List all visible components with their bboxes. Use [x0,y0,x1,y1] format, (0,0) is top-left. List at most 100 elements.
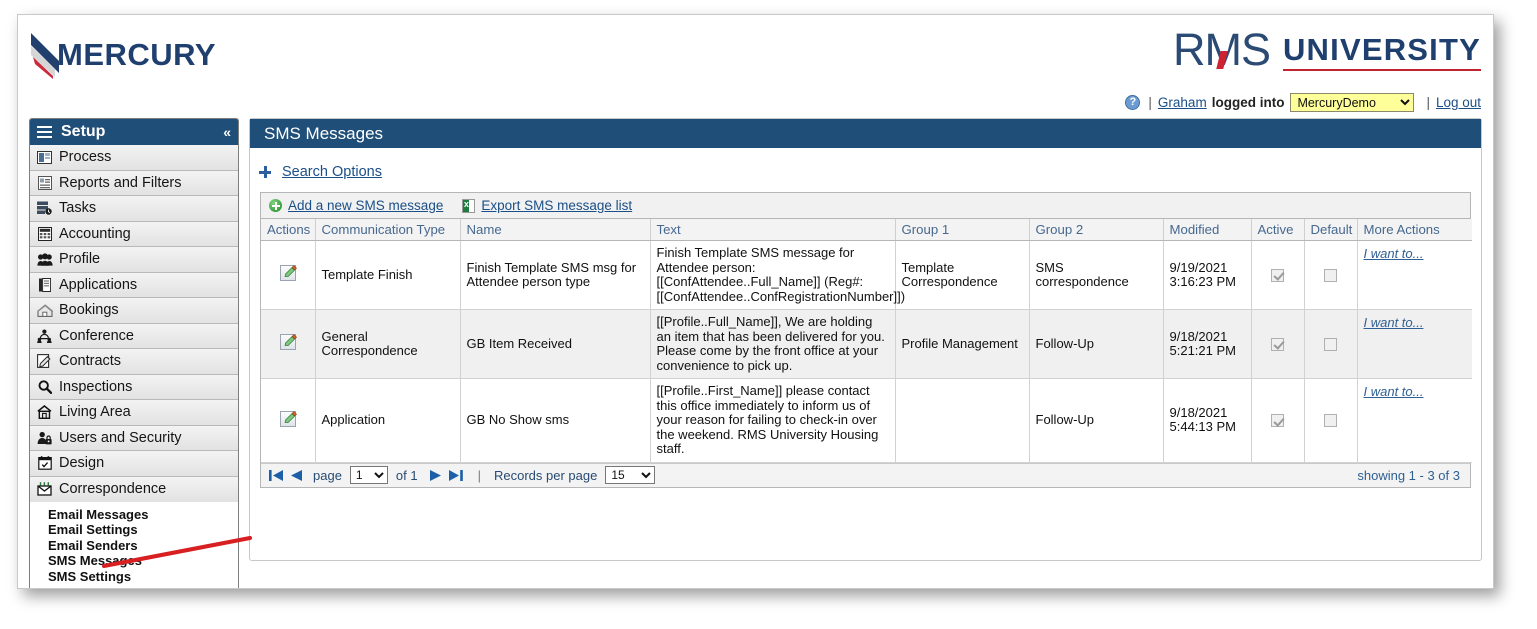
sidebar-item-contracts[interactable]: Contracts [30,349,238,375]
row-actions-cell [261,378,316,463]
cell-more-actions: I want to... [1357,378,1472,463]
cell-communication-type: General Correspondence [315,309,461,379]
table-row[interactable]: Application GB No Show sms [[Profile..Fi… [261,378,1472,463]
sidebar-item-label: Bookings [59,302,119,319]
add-new-sms-message-label[interactable]: Add a new SMS message [288,198,443,213]
column-header-modified[interactable]: Modified [1163,219,1252,241]
edit-icon[interactable] [279,410,297,427]
submenu-item-email-senders[interactable]: Email Senders [48,538,238,553]
sidebar-item-label: Living Area [59,404,131,421]
records-per-page-select[interactable]: 15 [605,466,656,484]
table-row[interactable]: Template Finish Finish Template SMS msg … [261,240,1472,310]
cell-name: GB No Show sms [460,378,651,463]
rms-university-logo: RMS UNIVERSITY [1173,27,1481,73]
column-header-more-actions[interactable]: More Actions [1357,219,1472,241]
cell-modified: 9/18/2021 5:44:13 PM [1163,378,1252,463]
edit-icon[interactable] [279,334,297,351]
sidebar-item-label: Reports and Filters [59,174,182,191]
sidebar-header-setup[interactable]: Setup « [30,119,238,145]
cell-group-2: Follow-Up [1029,378,1164,463]
main-content-panel: SMS Messages Search Options Add a new SM… [249,118,1482,561]
sidebar-item-living-area[interactable]: Living Area [30,400,238,426]
column-header-actions[interactable]: Actions [261,219,316,241]
i-want-to-link[interactable]: I want to... [1364,315,1424,331]
tasks-icon [36,201,53,216]
sidebar-item-label: Users and Security [59,429,182,446]
page-select[interactable]: 1 [349,466,388,484]
column-header-name[interactable]: Name [460,219,651,241]
column-header-communication-type[interactable]: Communication Type [315,219,461,241]
collapse-chevron-icon[interactable]: « [223,124,231,140]
column-header-group-1[interactable]: Group 1 [895,219,1030,241]
column-header-active[interactable]: Active [1251,219,1305,241]
submenu-item-sms-settings[interactable]: SMS Settings [48,569,238,584]
sidebar-item-inspections[interactable]: Inspections [30,374,238,400]
submenu-item-email-messages[interactable]: Email Messages [48,507,238,522]
submenu-item-email-settings[interactable]: Email Settings [48,522,238,537]
cell-group-2: Follow-Up [1029,309,1164,379]
page-title: SMS Messages [250,119,1481,148]
sidebar-item-bookings[interactable]: Bookings [30,298,238,324]
correspondence-icon [36,482,53,497]
table-row[interactable]: General Correspondence GB Item Received … [261,309,1472,379]
search-options-link[interactable]: Search Options [282,164,382,180]
next-page-icon[interactable] [429,469,442,482]
column-header-default[interactable]: Default [1304,219,1358,241]
export-sms-message-list-button[interactable]: Export SMS message list [462,198,632,213]
sidebar-item-tasks[interactable]: Tasks [30,196,238,222]
user-session-bar: ? | Graham logged into MercuryDemo | Log… [1125,93,1481,112]
add-new-sms-message-button[interactable]: Add a new SMS message [269,198,443,213]
row-actions-cell [261,240,316,310]
help-icon[interactable]: ? [1125,95,1141,110]
page-banner: MERCURY RMS UNIVERSITY ? | Graham logged… [18,15,1493,112]
sidebar-item-process[interactable]: Process [30,145,238,171]
excel-export-icon [462,198,476,213]
sidebar-item-accounting[interactable]: Accounting [30,221,238,247]
sidebar-item-applications[interactable]: Applications [30,272,238,298]
university-underline [1282,69,1481,71]
sidebar-header-label: Setup [61,123,106,140]
sidebar-item-label: Correspondence [59,481,167,498]
sidebar-item-label: Design [59,455,105,472]
mercury-chevron-icon [29,31,73,79]
cell-default [1304,240,1358,310]
active-checkbox [1271,268,1284,282]
previous-page-icon[interactable] [290,469,303,482]
user-name-link[interactable]: Graham [1158,95,1207,110]
submenu-item-sms-messages[interactable]: SMS Messages [48,553,238,568]
column-header-group-2[interactable]: Group 2 [1029,219,1164,241]
active-checkbox [1271,337,1284,351]
cell-group-2: SMS correspondence [1029,240,1164,310]
database-select[interactable]: MercuryDemo [1290,93,1415,112]
column-header-text[interactable]: Text [650,219,896,241]
sidebar-item-correspondence[interactable]: Correspondence [30,476,238,502]
last-page-icon[interactable] [448,469,463,482]
sidebar-item-label: Applications [59,276,138,293]
living-area-icon [36,405,53,420]
first-page-icon[interactable] [269,469,284,482]
sidebar-item-design[interactable]: Design [30,451,238,477]
search-options-toggle[interactable]: Search Options [250,148,1481,180]
sms-messages-grid: Add a new SMS message Export SMS message… [260,192,1472,488]
cell-active [1251,240,1305,310]
separator-2: | [1426,95,1430,110]
sidebar-item-conference[interactable]: Conference [30,323,238,349]
page-label: page [313,467,342,483]
edit-icon[interactable] [279,265,297,282]
i-want-to-link[interactable]: I want to... [1364,246,1424,262]
grid-table: Actions Communication Type Name Text Gro… [261,219,1472,463]
cell-name: GB Item Received [460,309,651,379]
grid-toolbar: Add a new SMS message Export SMS message… [261,193,1470,219]
export-sms-message-list-label[interactable]: Export SMS message list [481,198,632,213]
sidebar-item-label: Process [59,149,112,166]
log-out-link[interactable]: Log out [1436,95,1481,110]
sidebar-item-profile[interactable]: Profile [30,247,238,273]
sidebar-item-users-and-security[interactable]: Users and Security [30,425,238,451]
default-checkbox [1324,414,1337,428]
expand-plus-icon [259,166,271,178]
i-want-to-link[interactable]: I want to... [1364,384,1424,400]
row-actions-cell [261,309,316,379]
contracts-icon [36,354,53,369]
sidebar-item-reports-and-filters[interactable]: Reports and Filters [30,170,238,196]
bookings-icon [36,303,53,318]
